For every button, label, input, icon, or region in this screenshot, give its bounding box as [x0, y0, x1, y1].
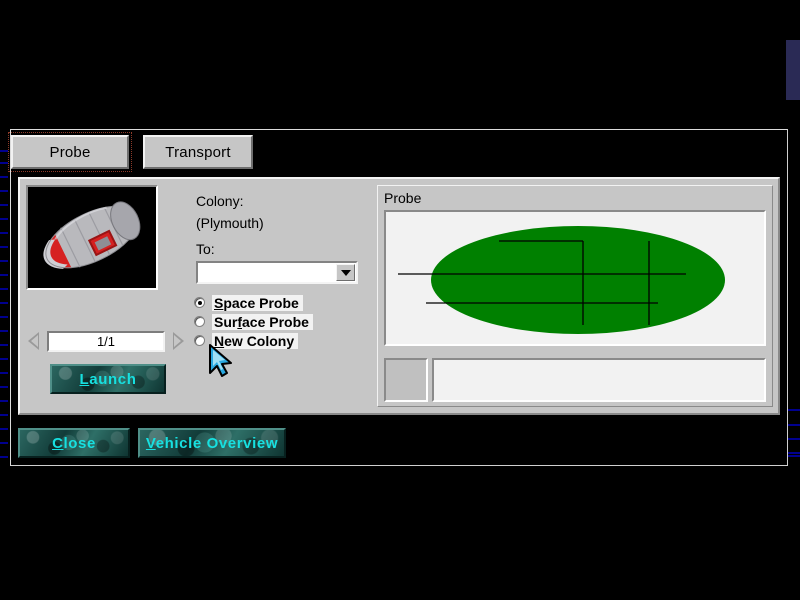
chevron-down-icon[interactable] [336, 264, 355, 281]
radio-surface-probe-label: Surface Probe [212, 314, 313, 330]
triangle-right-icon[interactable] [173, 332, 184, 350]
radio-indicator [194, 297, 205, 308]
close-button-label: Close [52, 435, 96, 452]
radio-space-probe-label: Space Probe [212, 295, 303, 311]
radio-indicator [194, 335, 205, 346]
tab-transport-label: Transport [165, 144, 230, 161]
tab-probe-label: Probe [49, 144, 90, 161]
probe-status-row [384, 358, 766, 402]
radio-space-probe[interactable]: Space Probe [194, 294, 303, 311]
radio-indicator [194, 316, 205, 327]
probe-diagram-viewport [384, 210, 766, 346]
pager-value: 1/1 [47, 331, 165, 352]
colony-value: (Plymouth) [196, 215, 264, 231]
probe-vehicle-thumbnail [26, 185, 158, 290]
probe-group-box: Probe [377, 185, 773, 407]
vehicle-pager: 1/1 [26, 331, 186, 353]
tab-probe[interactable]: Probe [11, 135, 129, 169]
destination-label: To: [196, 241, 215, 257]
triangle-left-icon[interactable] [28, 332, 39, 350]
vehicle-overview-button-label: Vehicle Overview [146, 435, 278, 452]
tab-transport[interactable]: Transport [143, 135, 253, 169]
radio-new-colony[interactable]: New Colony [194, 332, 298, 349]
probe-group-title: Probe [384, 190, 421, 206]
launch-button[interactable]: Launch [50, 364, 166, 394]
vehicle-overview-button[interactable]: Vehicle Overview [138, 428, 286, 458]
dialog-client-area: Colony: (Plymouth) To: Space Probe Surfa… [18, 177, 780, 415]
close-button[interactable]: Close [18, 428, 130, 458]
radio-new-colony-label: New Colony [212, 333, 298, 349]
destination-select[interactable] [196, 261, 358, 284]
launch-button-label: Launch [80, 371, 137, 388]
colony-label: Colony: [196, 193, 243, 209]
probe-status-field [432, 358, 766, 402]
radio-surface-probe[interactable]: Surface Probe [194, 313, 313, 330]
probe-status-icon [384, 358, 428, 402]
screen-root: Probe Transport [0, 0, 800, 600]
